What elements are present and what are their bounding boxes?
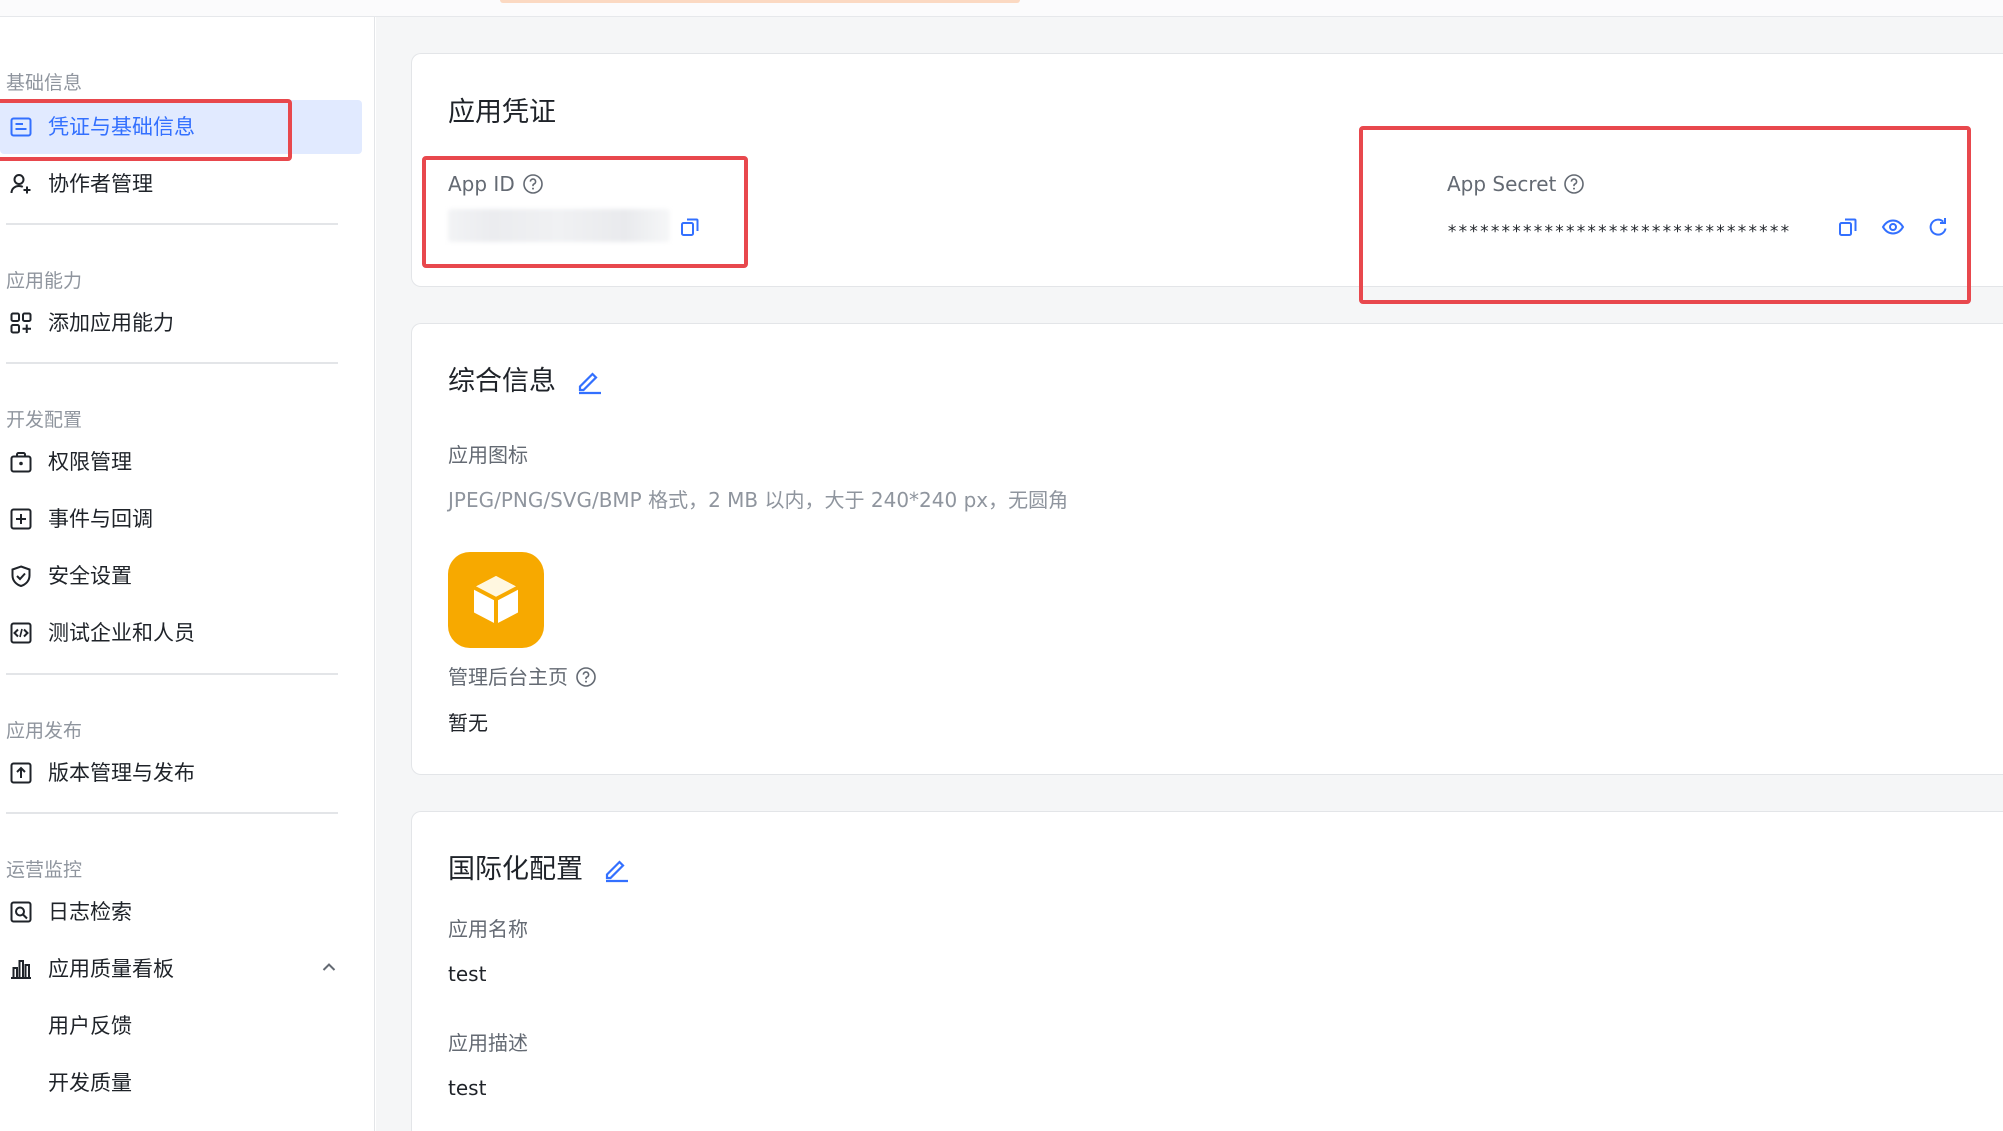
i18n-config-card: 国际化配置 应用名称 test 应用描述 test: [411, 811, 2003, 1131]
app-icon-hint: JPEG/PNG/SVG/BMP 格式，2 MB 以内，大于 240*240 p…: [448, 488, 1069, 512]
app-name-label: 应用名称: [448, 917, 528, 941]
sidebar-group-release: 应用发布: [6, 720, 83, 742]
highlight-frame-app-id: [422, 156, 748, 268]
sidebar-group-capability: 应用能力: [6, 270, 83, 292]
sidebar-group-basic: 基础信息: [6, 72, 83, 94]
sidebar-item-security[interactable]: 安全设置: [0, 549, 362, 603]
sidebar-divider: [6, 812, 338, 814]
upload-box-icon: [6, 758, 36, 788]
sidebar-item-label: 测试企业和人员: [48, 621, 195, 645]
code-box-icon: [6, 618, 36, 648]
chevron-up-icon[interactable]: [320, 958, 338, 980]
app-description-label: 应用描述: [448, 1031, 528, 1055]
shield-check-icon: [6, 561, 36, 591]
sidebar-item-label: 安全设置: [48, 564, 132, 588]
sidebar-group-dev-config: 开发配置: [6, 409, 83, 431]
sidebar-item-events[interactable]: 事件与回调: [0, 492, 362, 546]
sidebar-item-quality-board[interactable]: 应用质量看板: [0, 942, 362, 996]
sidebar-item-label: 用户反馈: [48, 1014, 132, 1038]
sidebar-item-add-capability[interactable]: 添加应用能力: [0, 296, 362, 350]
sidebar-item-user-feedback[interactable]: 用户反馈: [0, 999, 362, 1053]
sidebar-item-label: 版本管理与发布: [48, 761, 195, 785]
permission-bag-icon: [6, 447, 36, 477]
edit-icon[interactable]: [575, 367, 603, 395]
i18n-config-title: 国际化配置: [448, 854, 583, 885]
cube-icon: [473, 576, 519, 624]
sidebar-divider: [6, 223, 338, 225]
sidebar-group-monitoring: 运营监控: [6, 859, 83, 881]
sidebar-item-label: 日志检索: [48, 900, 132, 924]
sidebar-item-permissions[interactable]: 权限管理: [0, 435, 362, 489]
user-add-icon: [6, 169, 36, 199]
sidebar-item-label: 添加应用能力: [48, 311, 174, 335]
admin-home-label: 管理后台主页: [448, 663, 597, 691]
highlight-frame-sidebar: [0, 99, 292, 161]
log-search-icon: [6, 897, 36, 927]
edit-icon[interactable]: [602, 855, 630, 883]
sidebar-item-label: 应用质量看板: [48, 957, 174, 981]
general-info-card: 综合信息 应用图标 JPEG/PNG/SVG/BMP 格式，2 MB 以内，大于…: [411, 323, 2003, 775]
app-grid-add-icon: [6, 308, 36, 338]
admin-home-label-text: 管理后台主页: [448, 665, 568, 689]
sidebar-item-dev-quality[interactable]: 开发质量: [0, 1056, 362, 1110]
credentials-title: 应用凭证: [448, 97, 556, 128]
bar-chart-icon: [6, 954, 36, 984]
app-icon-image[interactable]: [448, 552, 544, 648]
help-circle-icon[interactable]: [575, 666, 597, 688]
event-plus-icon: [6, 504, 36, 534]
sidebar-item-label: 开发质量: [48, 1071, 132, 1095]
sidebar-item-label: 协作者管理: [48, 172, 153, 196]
sidebar-item-test-tenant[interactable]: 测试企业和人员: [0, 606, 362, 660]
app-icon-label: 应用图标: [448, 443, 528, 467]
sidebar-item-versions[interactable]: 版本管理与发布: [0, 746, 362, 800]
sidebar-item-log-search[interactable]: 日志检索: [0, 885, 362, 939]
sidebar-divider: [6, 362, 338, 364]
sidebar-item-label: 事件与回调: [48, 507, 153, 531]
sidebar: 基础信息 凭证与基础信息 协作者管理 应用能力 添加应用能力 开发配置 权限管理…: [0, 17, 375, 1131]
sidebar-divider: [6, 673, 338, 675]
top-bar: [0, 0, 2003, 17]
general-info-title: 综合信息: [448, 366, 556, 397]
admin-home-value: 暂无: [448, 711, 488, 735]
highlight-frame-app-secret: [1359, 126, 1971, 304]
app-name-value: test: [448, 962, 487, 986]
sidebar-item-label: 权限管理: [48, 450, 132, 474]
sidebar-item-collaborators[interactable]: 协作者管理: [0, 157, 362, 211]
top-accent-strip: [500, 0, 1020, 3]
app-description-value: test: [448, 1076, 487, 1100]
